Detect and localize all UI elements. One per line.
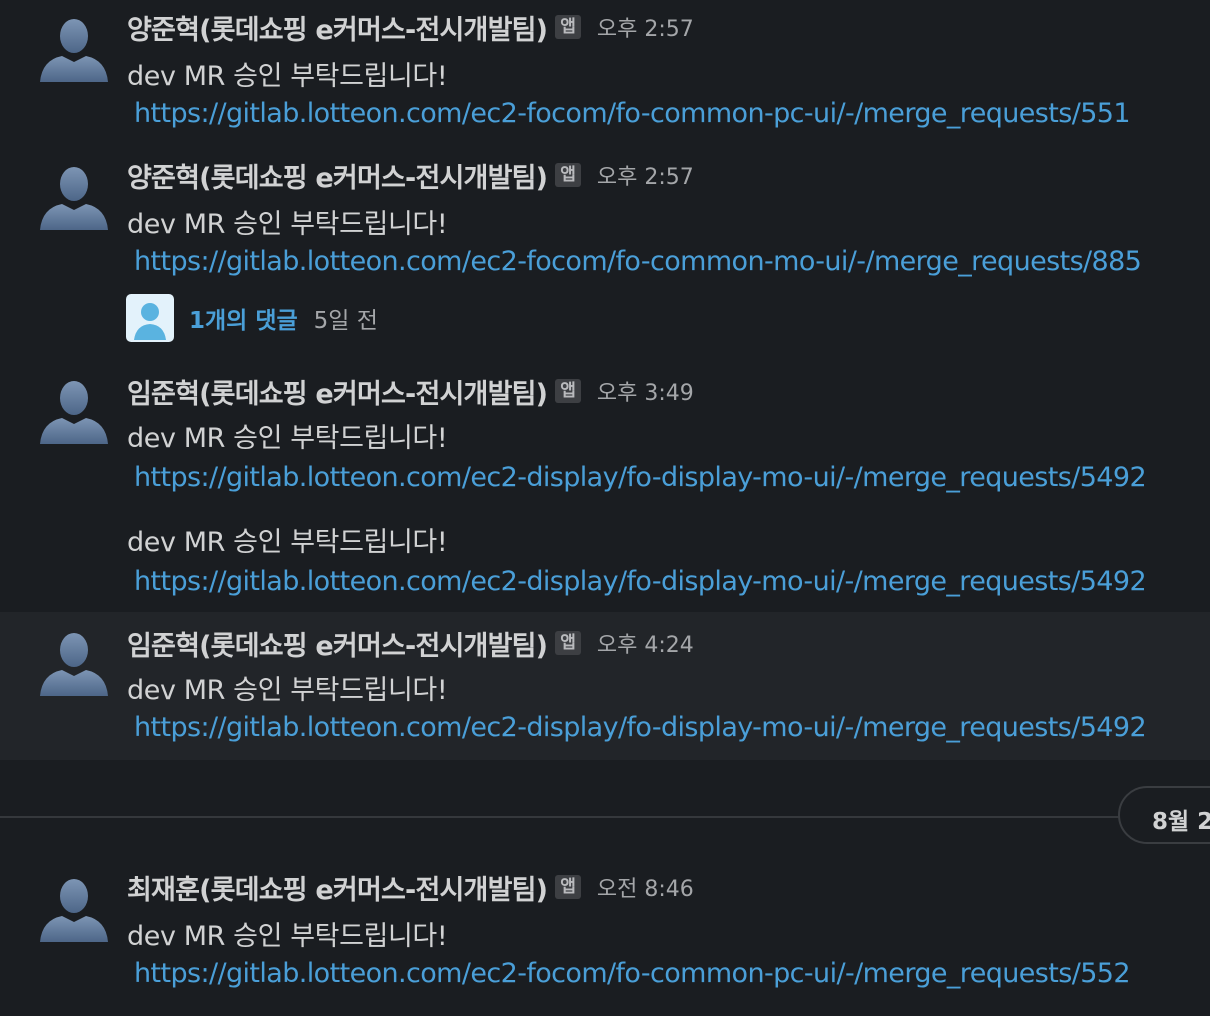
message-header: 양준혁(롯데쇼핑 e커머스-전시개발팀) 앱 오후 2:57: [127, 156, 694, 195]
timestamp[interactable]: 오후 4:24: [597, 627, 694, 659]
app-badge: 앱: [555, 379, 581, 403]
message-link[interactable]: https://gitlab.lotteon.com/ec2-focom/fo-…: [134, 958, 1131, 989]
message-text: dev MR 승인 부탁드립니다!: [127, 209, 448, 240]
default-user-avatar-icon[interactable]: [38, 872, 110, 944]
timestamp[interactable]: 오후 2:57: [597, 11, 694, 43]
last-reply-time: 5일 전: [313, 308, 378, 334]
message-header: 양준혁(롯데쇼핑 e커머스-전시개발팀) 앱 오후 2:57: [127, 8, 694, 47]
message-link[interactable]: https://gitlab.lotteon.com/ec2-focom/fo-…: [134, 246, 1142, 277]
date-divider-line: [0, 816, 1120, 818]
default-user-avatar-icon[interactable]: [38, 12, 110, 84]
message-text: dev MR 승인 부탁드립니다!: [127, 675, 448, 706]
sender-name[interactable]: 최재훈(롯데쇼핑 e커머스-전시개발팀): [127, 868, 548, 907]
timestamp[interactable]: 오후 2:57: [597, 159, 694, 191]
reply-count-link[interactable]: 1개의 댓글: [189, 301, 298, 335]
message-text: dev MR 승인 부탁드립니다!: [127, 921, 448, 952]
app-badge: 앱: [555, 631, 581, 655]
message[interactable]: 임준혁(롯데쇼핑 e커머스-전시개발팀) 앱 오후 4:24 dev MR 승인…: [0, 612, 1210, 760]
message-header: 임준혁(롯데쇼핑 e커머스-전시개발팀) 앱 오후 3:49: [127, 372, 694, 411]
default-user-avatar-icon[interactable]: [38, 374, 110, 446]
default-user-avatar-icon[interactable]: [38, 160, 110, 232]
sender-name[interactable]: 임준혁(롯데쇼핑 e커머스-전시개발팀): [127, 624, 548, 663]
continuation-message-link[interactable]: https://gitlab.lotteon.com/ec2-display/f…: [134, 566, 1147, 597]
app-badge: 앱: [555, 15, 581, 39]
message-header: 최재훈(롯데쇼핑 e커머스-전시개발팀) 앱 오전 8:46: [127, 868, 694, 907]
thread-replies[interactable]: 1개의 댓글 5일 전: [126, 294, 378, 342]
timestamp[interactable]: 오후 3:49: [597, 375, 694, 407]
continuation-message-text: dev MR 승인 부탁드립니다!: [127, 527, 448, 558]
date-divider-label: 8월 2: [1152, 809, 1210, 835]
timestamp[interactable]: 오전 8:46: [597, 871, 694, 903]
app-badge: 앱: [555, 875, 581, 899]
message-link[interactable]: https://gitlab.lotteon.com/ec2-display/f…: [134, 712, 1147, 743]
message-text: dev MR 승인 부탁드립니다!: [127, 61, 448, 92]
sender-name[interactable]: 양준혁(롯데쇼핑 e커머스-전시개발팀): [127, 8, 548, 47]
message-link[interactable]: https://gitlab.lotteon.com/ec2-focom/fo-…: [134, 98, 1131, 129]
default-user-avatar-icon[interactable]: [38, 626, 110, 698]
message-link[interactable]: https://gitlab.lotteon.com/ec2-display/f…: [134, 462, 1147, 493]
message-header: 임준혁(롯데쇼핑 e커머스-전시개발팀) 앱 오후 4:24: [127, 624, 694, 663]
message[interactable]: 양준혁(롯데쇼핑 e커머스-전시개발팀) 앱 오후 2:57 dev MR 승인…: [0, 0, 1210, 146]
user-avatar-icon: [126, 294, 174, 342]
message[interactable]: 최재훈(롯데쇼핑 e커머스-전시개발팀) 앱 오전 8:46 dev MR 승인…: [0, 860, 1210, 1016]
date-divider-button[interactable]: 8월 2: [1118, 786, 1210, 844]
sender-name[interactable]: 임준혁(롯데쇼핑 e커머스-전시개발팀): [127, 372, 548, 411]
app-badge: 앱: [555, 163, 581, 187]
message-text: dev MR 승인 부탁드립니다!: [127, 423, 448, 454]
message[interactable]: 임준혁(롯데쇼핑 e커머스-전시개발팀) 앱 오후 3:49 dev MR 승인…: [0, 362, 1210, 610]
sender-name[interactable]: 양준혁(롯데쇼핑 e커머스-전시개발팀): [127, 156, 548, 195]
